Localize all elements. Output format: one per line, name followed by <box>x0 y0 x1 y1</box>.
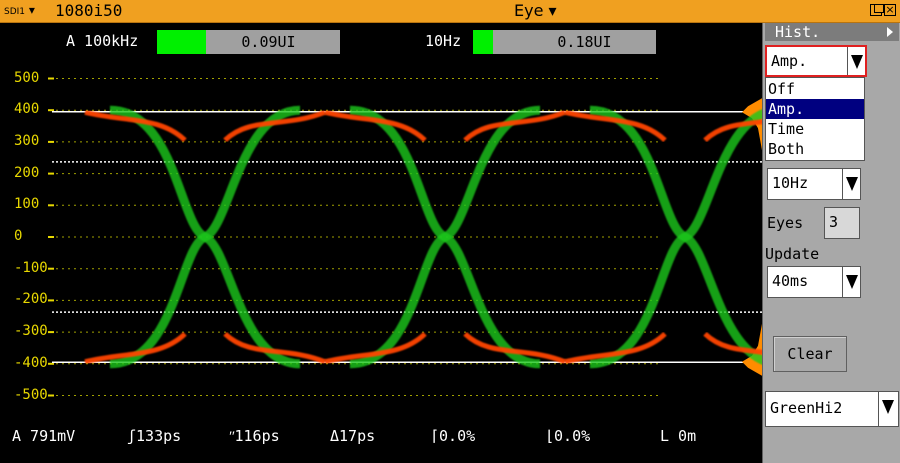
update-rate-value: 40ms <box>772 272 809 290</box>
eye-falling-edge <box>349 105 541 369</box>
dropdown-arrow-icon[interactable] <box>878 392 898 426</box>
dropdown-arrow-icon[interactable] <box>847 47 865 75</box>
eyes-count-field[interactable]: 3 <box>824 207 860 239</box>
histogram-option-time[interactable]: Time <box>766 119 864 139</box>
jitter-a-bar: 0.09UI <box>157 30 340 54</box>
y-tick-label: 100 <box>14 196 40 213</box>
histogram-control-panel: Hist. Amp. Off Amp. Time Both 10Hz Eyes 3 U… <box>762 23 900 463</box>
panel-expand-arrow-icon[interactable] <box>887 27 893 37</box>
y-tick-label: -100 <box>14 259 48 276</box>
dropdown-arrow-icon[interactable] <box>842 267 860 297</box>
delta-time-readout: Δ17ps <box>330 427 376 445</box>
input-label: SDI1 <box>4 7 26 17</box>
rise-overshoot-readout: ⌈0.0% <box>430 427 476 445</box>
update-label: Update <box>765 245 820 263</box>
y-tick-label: -500 <box>14 386 48 403</box>
close-window-icon[interactable]: × <box>884 4 896 16</box>
jitter-b-label: 10Hz <box>425 32 462 50</box>
histogram-mode-select[interactable]: Amp. <box>765 45 867 77</box>
title-bar: SDI1 ▾ 1080i50 Eye ▾ × <box>0 0 900 23</box>
histogram-mode-options: Off Amp. Time Both <box>765 77 865 161</box>
measurement-mode-label: Eye <box>514 1 544 20</box>
y-tick-label: 500 <box>14 69 40 86</box>
eye-falling-edge <box>109 105 301 369</box>
eye-analyzer-window: SDI1 ▾ 1080i50 Eye ▾ × 500 400 300 200 100 0 -… <box>0 0 900 463</box>
histogram-option-amp[interactable]: Amp. <box>766 99 864 119</box>
panel-header: Hist. <box>765 23 899 41</box>
y-tick-label: -200 <box>14 291 48 308</box>
amplitude-readout: A 791mV <box>12 427 76 445</box>
histogram-mode-value: Amp. <box>771 52 808 70</box>
input-selector[interactable]: SDI1 ▾ <box>4 3 35 17</box>
jitter-a-label: A 100kHz <box>66 32 139 50</box>
eyes-label: Eyes <box>767 214 804 232</box>
y-tick-label: 400 <box>14 101 40 118</box>
rise-time-readout: ʃ133ps <box>127 427 182 445</box>
dropdown-arrow-icon[interactable] <box>842 169 860 199</box>
jitter-a-value: 0.09UI <box>241 33 296 51</box>
update-rate-select[interactable]: 40ms <box>767 266 861 298</box>
measurement-mode-menu[interactable]: Eye ▾ <box>514 1 557 20</box>
eye-diagram-plot: 500 400 300 200 100 0 -100 -200 -300 -400 -500 A 1… <box>0 23 762 463</box>
frequency-value: 10Hz <box>772 174 809 192</box>
y-tick-label: 300 <box>14 132 40 149</box>
y-tick-label: -300 <box>14 323 48 340</box>
histogram-option-both[interactable]: Both <box>766 139 864 159</box>
y-tick-label: 200 <box>14 164 40 181</box>
histogram-option-off[interactable]: Off <box>766 79 864 99</box>
fall-overshoot-readout: ⌊0.0% <box>545 427 591 445</box>
fall-time-readout: ʺ116ps <box>229 427 280 445</box>
eye-diagram-svg <box>0 77 762 397</box>
level-readout: L 0m <box>660 427 697 445</box>
palette-value: GreenHi2 <box>770 399 843 417</box>
amplitude-histogram <box>742 98 762 376</box>
palette-select[interactable]: GreenHi2 <box>765 391 899 427</box>
jitter-b-bar: 0.18UI <box>473 30 656 54</box>
histogram-shape <box>742 98 762 376</box>
clear-button[interactable]: Clear <box>773 336 847 372</box>
y-tick-label: -400 <box>14 354 48 371</box>
video-format-label: 1080i50 <box>55 1 123 20</box>
jitter-b-value: 0.18UI <box>557 33 612 51</box>
panel-title: Hist. <box>775 23 821 41</box>
eyes-count-value: 3 <box>829 213 839 231</box>
frequency-select[interactable]: 10Hz <box>767 168 861 200</box>
y-tick-label: 0 <box>14 228 23 244</box>
restore-window-icon[interactable] <box>870 4 884 16</box>
